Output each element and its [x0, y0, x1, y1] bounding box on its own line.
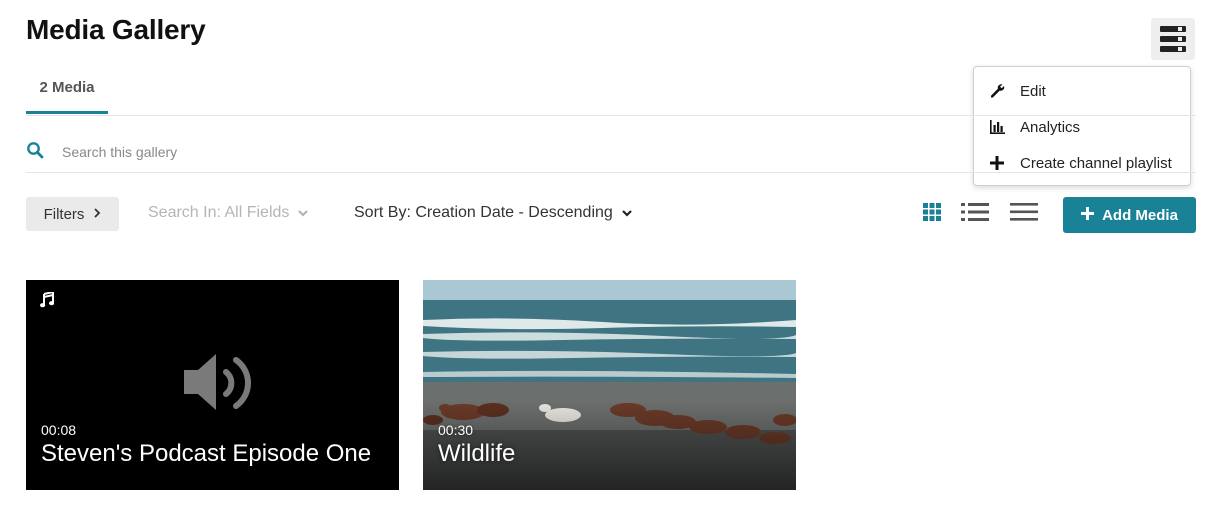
detailed-list-view-button[interactable]: [960, 202, 990, 226]
bulleted-list-icon: [961, 202, 989, 226]
actions-menu-toggle[interactable]: [1151, 18, 1195, 60]
grid-icon: [923, 202, 941, 226]
search-divider: [26, 172, 1196, 173]
plus-icon: [1081, 206, 1095, 224]
chevron-down-icon: [621, 204, 633, 222]
chevron-down-icon: [297, 204, 309, 222]
compact-list-view-button[interactable]: [1009, 202, 1039, 226]
speaker-icon: [182, 350, 260, 421]
menu-item-edit[interactable]: Edit: [974, 75, 1190, 107]
media-card[interactable]: 00:30 Wildlife: [423, 280, 796, 490]
media-title[interactable]: Steven's Podcast Episode One: [41, 440, 371, 468]
media-card[interactable]: 00:08 Steven's Podcast Episode One: [26, 280, 399, 490]
menu-item-create-channel-playlist[interactable]: Create channel playlist: [974, 147, 1190, 179]
bar-chart-icon: [974, 120, 1020, 134]
chevron-right-icon: [93, 206, 101, 223]
media-duration: 00:08: [41, 422, 77, 438]
actions-dropdown: Edit Analytics Create channel playlist: [973, 66, 1191, 186]
media-title[interactable]: Wildlife: [438, 440, 515, 468]
media-duration: 00:30: [438, 422, 474, 438]
search-icon[interactable]: [26, 141, 44, 164]
lines-icon: [1010, 202, 1038, 226]
grid-view-button[interactable]: [922, 202, 942, 226]
menu-toggle-icon: [1160, 26, 1186, 32]
tab-divider: [26, 115, 1196, 116]
wrench-icon: [974, 83, 1020, 99]
plus-icon: [974, 156, 1020, 170]
tab-media[interactable]: 2 Media: [26, 72, 108, 114]
search-in-dropdown[interactable]: Search In: All Fields: [148, 204, 309, 222]
search-input[interactable]: [60, 143, 664, 161]
gallery-search: [26, 138, 926, 166]
sort-by-dropdown[interactable]: Sort By: Creation Date - Descending: [354, 204, 633, 222]
add-media-button[interactable]: Add Media: [1063, 197, 1196, 233]
page-title: Media Gallery: [26, 14, 206, 45]
filters-button[interactable]: Filters: [26, 197, 119, 231]
music-note-icon: [40, 290, 55, 313]
